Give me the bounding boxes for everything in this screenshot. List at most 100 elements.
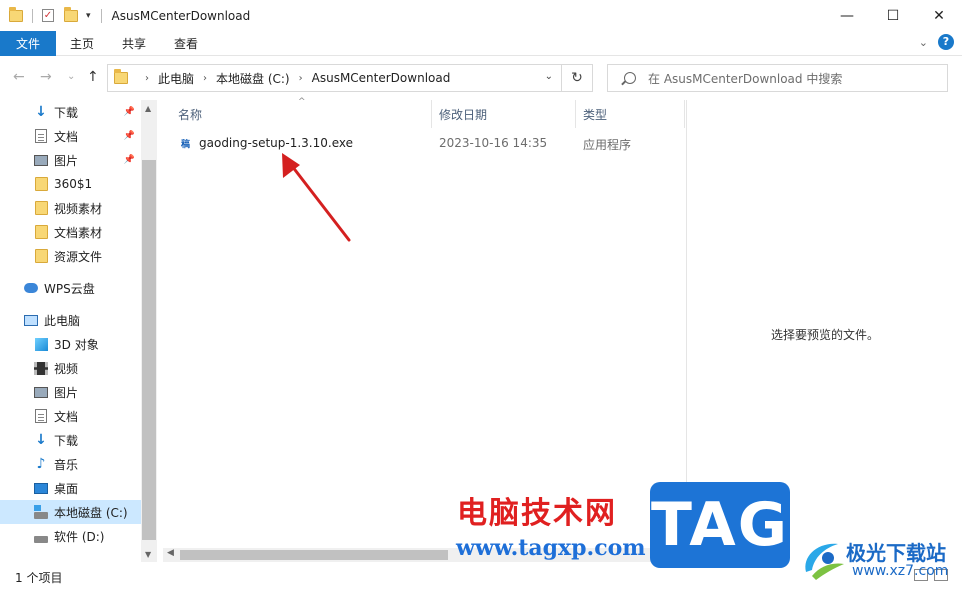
search-input[interactable]: 在 AsusMCenterDownload 中搜索: [607, 64, 948, 92]
navigation-bar: ← → ⌄ ↑ › 此电脑 › 本地磁盘 (C:) › AsusMCenterD…: [0, 62, 962, 94]
breadcrumb-this-pc[interactable]: 此电脑: [158, 70, 194, 87]
watermark-url: www.tagxp.com: [456, 535, 646, 561]
close-button[interactable]: ✕: [916, 0, 962, 31]
watermark-tag-logo: TAG: [650, 482, 790, 568]
pin-icon: 📌: [123, 107, 135, 117]
picture-icon: [34, 153, 48, 167]
search-placeholder: 在 AsusMCenterDownload 中搜索: [648, 71, 843, 86]
new-folder-icon[interactable]: [64, 6, 78, 22]
maximize-button[interactable]: ☐: [870, 0, 916, 31]
document-icon: [34, 409, 48, 423]
sidebar-item-label: 音乐: [54, 457, 79, 472]
sidebar-item-360[interactable]: 360$1: [0, 172, 141, 196]
search-icon: [624, 72, 636, 84]
breadcrumb-separator[interactable]: ›: [203, 73, 207, 84]
sidebar-item-label: 软件 (D:): [54, 529, 105, 544]
column-divider[interactable]: [575, 100, 576, 128]
divider: [100, 8, 102, 23]
scroll-left-icon[interactable]: ◀: [167, 548, 174, 558]
sidebar-item-video-material[interactable]: 视频素材: [0, 196, 141, 220]
sidebar-item-desktop[interactable]: 桌面: [0, 476, 141, 500]
sidebar-item-pc-downloads[interactable]: ↓ 下载: [0, 428, 141, 452]
pin-icon: 📌: [123, 131, 135, 141]
sidebar-item-label: 下载: [54, 105, 79, 120]
watermark-brand-url: www.xz7.com: [852, 563, 949, 579]
tab-view[interactable]: 查看: [160, 31, 212, 56]
3d-objects-icon: [34, 337, 48, 351]
refresh-button[interactable]: ↻: [562, 64, 593, 92]
sidebar-item-wps-cloud[interactable]: WPS云盘: [0, 276, 141, 300]
sidebar-item-pc-documents[interactable]: 文档: [0, 404, 141, 428]
breadcrumb-separator: ›: [145, 72, 149, 84]
up-button[interactable]: ↑: [87, 69, 99, 85]
sidebar-item-drive-d[interactable]: 软件 (D:): [0, 524, 141, 548]
scroll-down-icon[interactable]: ▼: [145, 550, 151, 559]
tab-home[interactable]: 主页: [56, 31, 108, 56]
sidebar-item-document-material[interactable]: 文档素材: [0, 220, 141, 244]
sidebar-item-label: 此电脑: [44, 313, 81, 328]
minimize-button[interactable]: —: [824, 0, 870, 31]
breadcrumb-separator[interactable]: ›: [299, 73, 303, 84]
cloud-icon: [24, 281, 38, 295]
sidebar-item-label: 3D 对象: [54, 337, 99, 352]
sidebar-item-3d-objects[interactable]: 3D 对象: [0, 332, 141, 356]
column-header-type[interactable]: 类型: [583, 100, 607, 128]
recent-locations-button[interactable]: ⌄: [67, 71, 75, 82]
video-icon: [34, 361, 48, 375]
address-dropdown[interactable]: ⌄: [545, 71, 553, 82]
sidebar-item-label: 桌面: [54, 481, 79, 496]
sidebar-item-label: 图片: [54, 385, 79, 400]
properties-icon[interactable]: ✓: [42, 9, 54, 22]
column-header-date[interactable]: 修改日期: [439, 100, 487, 128]
column-divider[interactable]: [684, 100, 685, 128]
sidebar-item-documents[interactable]: 文档 📌: [0, 124, 141, 148]
folder-icon: [34, 177, 48, 191]
folder-icon: [9, 6, 23, 22]
tab-file[interactable]: 文件: [0, 30, 56, 56]
customize-toolbar-dropdown[interactable]: ▾: [86, 11, 91, 21]
sidebar-item-pictures[interactable]: 图片 📌: [0, 148, 141, 172]
drive-d-icon: [34, 529, 48, 543]
sidebar-item-pc-pictures[interactable]: 图片: [0, 380, 141, 404]
divider: [32, 8, 33, 23]
sidebar-item-resource-files[interactable]: 资源文件: [0, 244, 141, 268]
help-icon[interactable]: ?: [938, 34, 954, 50]
tab-share[interactable]: 共享: [108, 31, 160, 56]
title-bar: ✓ ▾ AsusMCenterDownload — ☐ ✕: [0, 0, 962, 31]
download-icon: ↓: [35, 104, 47, 120]
sidebar-scrollbar-thumb[interactable]: [142, 160, 156, 540]
sidebar-item-label: 文档: [54, 409, 79, 424]
column-divider[interactable]: [431, 100, 432, 128]
file-name[interactable]: gaoding-setup-1.3.10.exe: [199, 136, 353, 150]
scroll-up-icon[interactable]: ▲: [145, 104, 151, 113]
navigation-pane: ↓ 下载 📌 文档 📌 图片 📌 360$1 视频素材 文档素材 资源文件 WP…: [0, 100, 157, 562]
sidebar-item-label: 视频素材: [54, 201, 103, 216]
sidebar-item-label: 本地磁盘 (C:): [54, 505, 128, 520]
music-icon: ♪: [36, 456, 46, 472]
breadcrumb-drive-c[interactable]: 本地磁盘 (C:): [216, 70, 290, 87]
breadcrumb: › 此电脑 › 本地磁盘 (C:) › AsusMCenterDownload: [136, 70, 450, 87]
expand-ribbon-icon[interactable]: ⌄: [919, 36, 928, 49]
horizontal-scrollbar-thumb[interactable]: [180, 550, 448, 560]
sidebar-item-videos[interactable]: 视频: [0, 356, 141, 380]
sort-ascending-icon: ^: [298, 97, 306, 107]
folder-icon: [34, 249, 48, 263]
column-header-name[interactable]: 名称: [178, 100, 202, 128]
sidebar-item-downloads[interactable]: ↓ 下载 📌: [0, 100, 141, 124]
preview-empty-message: 选择要预览的文件。: [770, 328, 879, 342]
sidebar-item-label: 图片: [54, 153, 79, 168]
forward-button[interactable]: →: [40, 69, 52, 85]
address-bar[interactable]: › 此电脑 › 本地磁盘 (C:) › AsusMCenterDownload …: [107, 64, 562, 92]
sidebar-item-this-pc[interactable]: 此电脑: [0, 308, 141, 332]
back-button[interactable]: ←: [13, 69, 25, 85]
sidebar-item-label: 文档: [54, 129, 79, 144]
sidebar-item-label: WPS云盘: [44, 281, 95, 296]
quick-access-toolbar: ✓ ▾: [0, 0, 91, 31]
table-row[interactable]: 稿 gaoding-setup-1.3.10.exe 2023-10-16 14…: [163, 133, 685, 155]
ribbon-tabs: 文件 主页 共享 查看 ⌄ ?: [0, 30, 962, 56]
breadcrumb-current-folder[interactable]: AsusMCenterDownload: [312, 71, 451, 85]
drive-c-icon: [34, 504, 48, 519]
watermark-brand: 极光下载站: [846, 541, 946, 565]
sidebar-item-drive-c[interactable]: 本地磁盘 (C:): [0, 500, 141, 524]
sidebar-item-music[interactable]: ♪ 音乐: [0, 452, 141, 476]
